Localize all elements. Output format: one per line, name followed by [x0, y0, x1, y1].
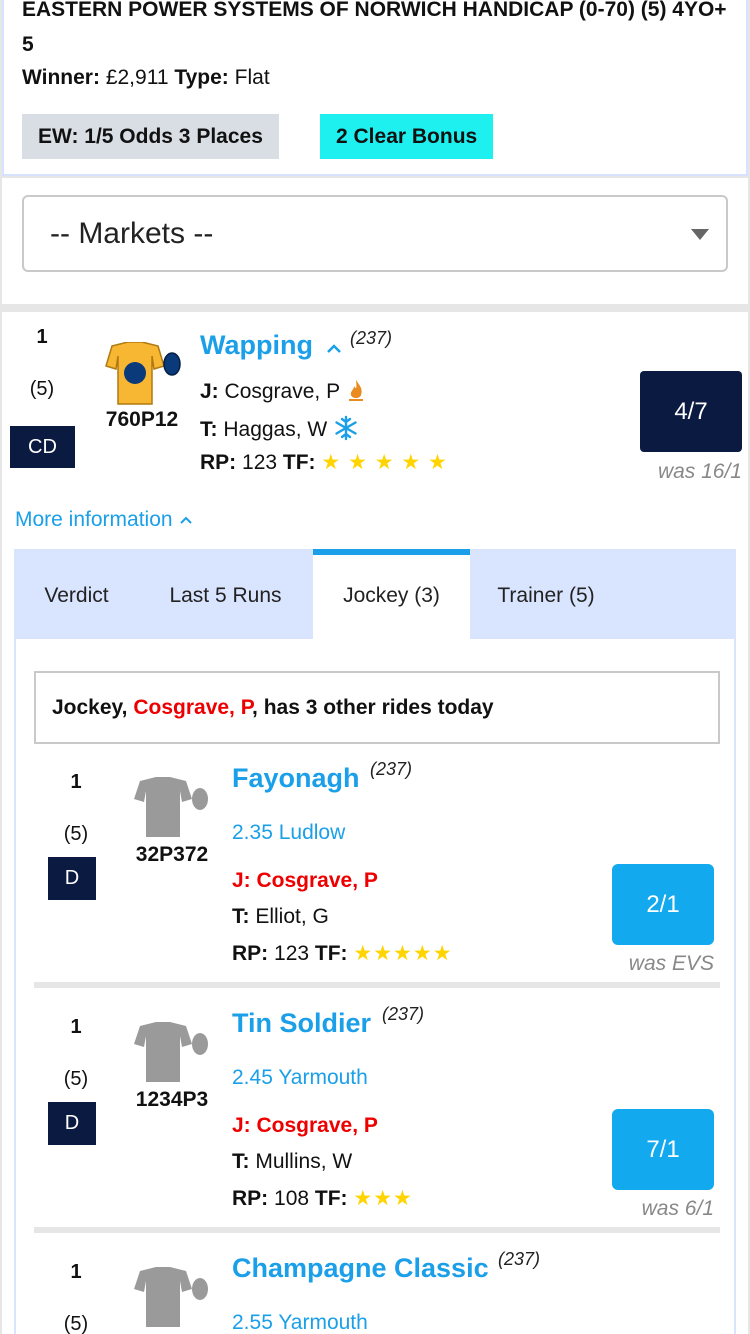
ride-jockey: J: Cosgrave, P — [232, 1114, 378, 1137]
race-header: EASTERN POWER SYSTEMS OF NORWICH HANDICA… — [2, 0, 748, 176]
ride-trainer-line: T: Mullins, W — [232, 1150, 352, 1174]
flame-icon — [348, 380, 363, 401]
horse-name-link[interactable]: Wapping — [200, 330, 343, 361]
ride-draw: (5) — [63, 1313, 89, 1334]
jockey-line: J: Cosgrave, P — [200, 378, 366, 404]
notice-jockey-name: Cosgrave, P — [133, 696, 253, 719]
ride-previous-odds: was EVS — [628, 952, 714, 975]
course-distance-badge: CD — [10, 426, 75, 468]
notice-suffix: , has 3 other rides today — [252, 696, 494, 719]
ride-rp-label: RP: — [232, 942, 269, 965]
ride-jockey: J: Cosgrave, P — [232, 869, 378, 892]
trainer-label: T: — [200, 418, 218, 441]
ride-number: 1 — [70, 1016, 82, 1038]
snowflake-icon — [335, 415, 357, 441]
ride-trainer-label: T: — [232, 1150, 250, 1173]
ride-trainer-label: T: — [232, 905, 250, 928]
distance-badge: D — [48, 857, 96, 900]
bonus-badge: 2 Clear Bonus — [320, 114, 494, 159]
tf-label: TF: — [282, 451, 316, 474]
race-card-page: EASTERN POWER SYSTEMS OF NORWICH HANDICA… — [0, 0, 750, 1334]
trainer-name[interactable]: Haggas, W — [223, 418, 327, 441]
tab-jockey[interactable]: Jockey (3) — [313, 549, 470, 639]
more-information-label: More information — [15, 508, 173, 531]
ride-odds-button[interactable]: 2/1 — [612, 864, 714, 945]
jockey-silks-icon — [105, 342, 181, 405]
type-value: Flat — [234, 66, 270, 89]
rp-value: 123 — [242, 451, 278, 474]
ride-rating: (237) — [382, 1004, 425, 1024]
markets-section: -- Markets -- — [2, 178, 748, 304]
ride-draw: (5) — [63, 1068, 89, 1090]
silks-placeholder-icon — [134, 777, 208, 837]
ride-previous-odds: was 6/1 — [641, 1197, 714, 1220]
ride-ratings-line: RP: 108 TF: ★★★ — [232, 1186, 413, 1211]
more-information-toggle[interactable]: More information — [15, 508, 194, 532]
info-tabs: Verdict Last 5 Runs Jockey (3) Trainer (… — [14, 549, 736, 639]
odds-button[interactable]: 4/7 — [640, 371, 742, 452]
horse-rating: (237) — [350, 328, 393, 348]
ride-tf-label: TF: — [314, 942, 348, 965]
tf-stars: ★ ★ ★ ★ ★ — [321, 451, 448, 474]
ride-rp-label: RP: — [232, 1187, 269, 1210]
runner-draw: (5) — [29, 378, 55, 400]
ride-tf-stars: ★★★★★ — [353, 942, 453, 965]
ride-number: 1 — [70, 771, 82, 793]
chevron-up-icon — [180, 516, 193, 524]
tab-verdict[interactable]: Verdict — [14, 549, 139, 639]
ride-trainer-line: T: Elliot, G — [232, 905, 329, 929]
runner-number: 1 — [36, 326, 48, 348]
jockey-rides-notice: Jockey, Cosgrave, P, has 3 other rides t… — [34, 671, 720, 744]
jockey-name[interactable]: Cosgrave, P — [225, 380, 340, 403]
each-way-badge: EW: 1/5 Odds 3 Places — [22, 114, 279, 159]
silks-placeholder-icon — [134, 1267, 208, 1327]
race-title: EASTERN POWER SYSTEMS OF NORWICH HANDICA… — [22, 0, 727, 56]
silks-placeholder-icon — [134, 1022, 208, 1082]
trainer-line: T: Haggas, W — [200, 415, 359, 442]
distance-badge: D — [48, 1102, 96, 1145]
tab-last-5-runs[interactable]: Last 5 Runs — [139, 549, 312, 639]
ratings-line: RP: 123 TF: ★ ★ ★ ★ ★ — [200, 450, 448, 475]
markets-select-value: -- Markets -- — [50, 217, 214, 250]
ride-draw: (5) — [63, 823, 89, 845]
type-label: Type: — [174, 66, 229, 89]
chevron-down-icon — [691, 229, 709, 240]
notice-prefix: Jockey, — [52, 696, 134, 719]
ride-venue-link[interactable]: 2.35 Ludlow — [232, 821, 345, 845]
ride-rp-value: 108 — [274, 1187, 310, 1210]
ride-horse-name[interactable]: Fayonagh — [232, 763, 360, 794]
chevron-up-icon — [326, 344, 341, 353]
ride-horse-name[interactable]: Champagne Classic — [232, 1253, 489, 1284]
jockey-label: J: — [200, 380, 219, 403]
ride-number: 1 — [70, 1261, 82, 1283]
ride-odds-button[interactable]: 7/1 — [612, 1109, 714, 1190]
markets-select[interactable]: -- Markets -- — [22, 195, 728, 272]
race-prize-type: Winner: £2,911 Type: Flat — [22, 66, 270, 90]
runner-form: 760P12 — [105, 408, 179, 431]
ride-rating: (237) — [370, 759, 413, 779]
runner-card: 1 (5) CD 760P12 Wapping (237) J: Cosgrav… — [2, 312, 748, 1334]
ride-trainer-name: Mullins, W — [255, 1150, 353, 1173]
rp-label: RP: — [200, 451, 237, 474]
ride-divider — [34, 1227, 720, 1233]
ride-form: 32P372 — [135, 843, 209, 866]
ride-tf-stars: ★★★ — [353, 1187, 413, 1210]
ride-venue-link[interactable]: 2.55 Yarmouth — [232, 1311, 368, 1334]
tab-trainer[interactable]: Trainer (5) — [470, 549, 622, 639]
ride-ratings-line: RP: 123 TF: ★★★★★ — [232, 941, 453, 966]
previous-odds: was 16/1 — [657, 460, 742, 483]
winner-label: Winner: — [22, 66, 100, 89]
ride-horse-name[interactable]: Tin Soldier — [232, 1008, 371, 1039]
ride-venue-link[interactable]: 2.45 Yarmouth — [232, 1066, 368, 1090]
ride-tf-label: TF: — [314, 1187, 348, 1210]
ride-rp-value: 123 — [274, 942, 310, 965]
ride-divider — [34, 982, 720, 988]
ride-rating: (237) — [498, 1249, 541, 1269]
ride-form: 1234P3 — [135, 1088, 209, 1111]
jockey-panel: Jockey, Cosgrave, P, has 3 other rides t… — [14, 639, 736, 1334]
ride-trainer-name: Elliot, G — [255, 905, 329, 928]
winner-value: £2,911 — [105, 66, 169, 89]
horse-name: Wapping — [200, 330, 313, 360]
